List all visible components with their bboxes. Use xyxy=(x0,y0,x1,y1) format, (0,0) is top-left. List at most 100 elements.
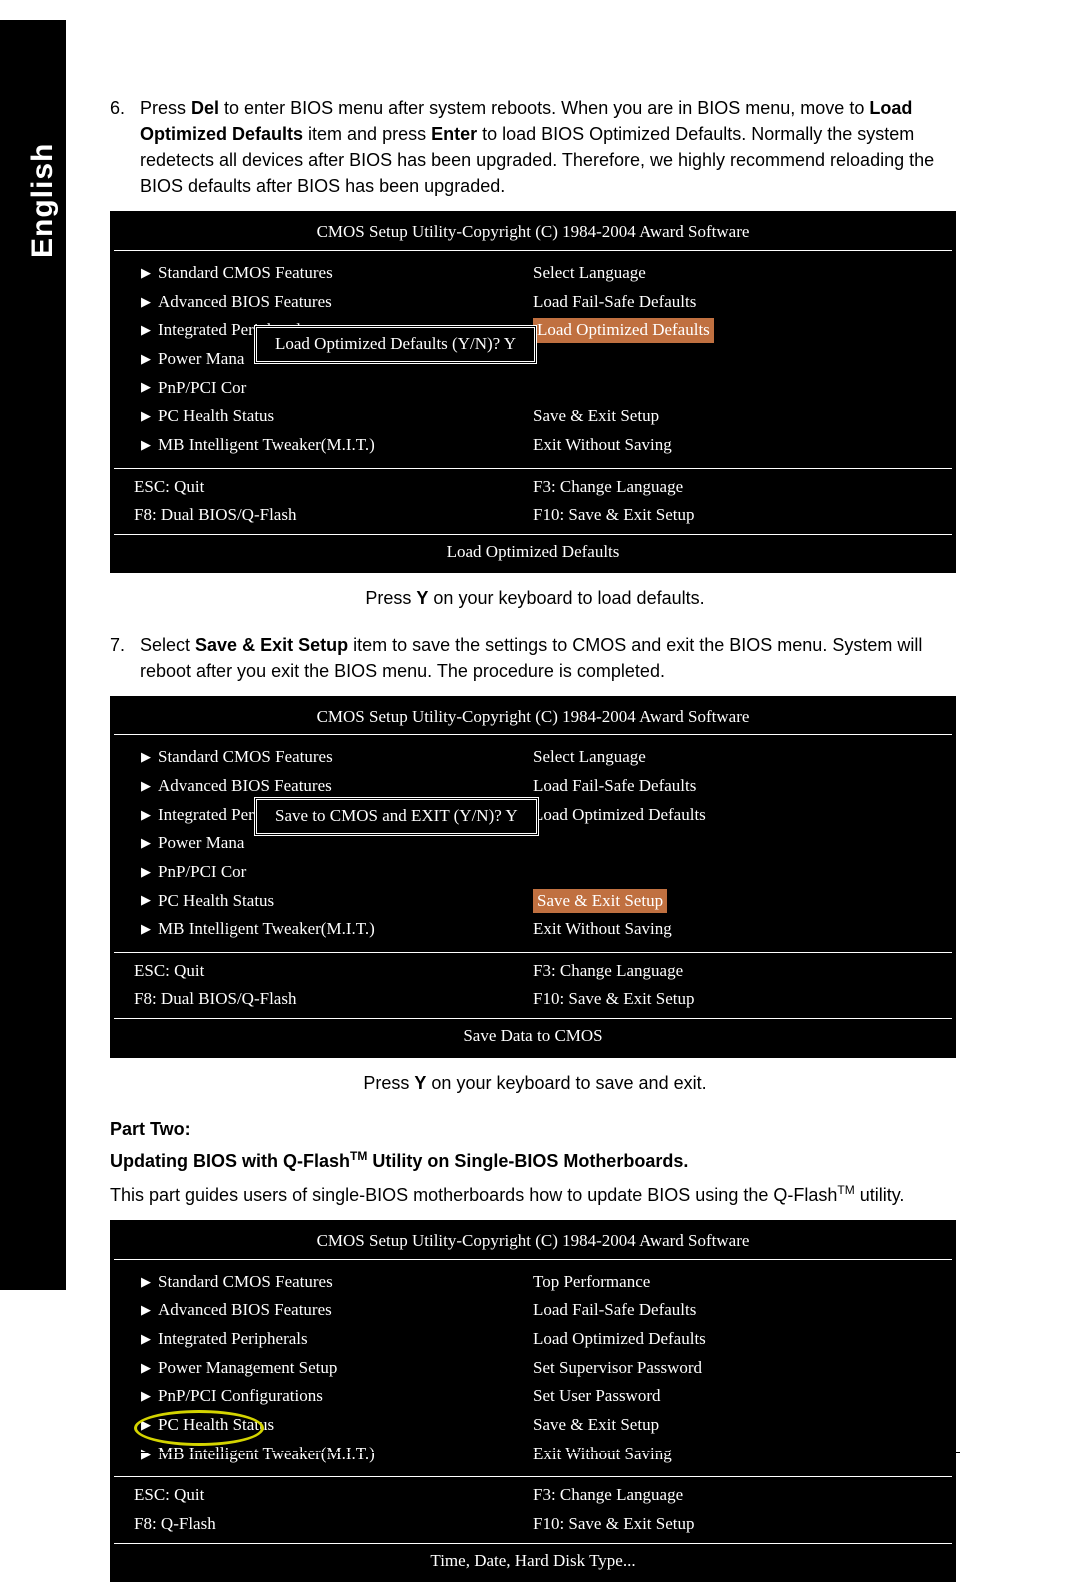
arrow-icon: ▶ xyxy=(134,1273,158,1292)
text: Updating BIOS with Q-Flash xyxy=(110,1151,350,1171)
bios-item: Set Supervisor Password xyxy=(533,1356,702,1381)
caption-2: Press Y on your keyboard to save and exi… xyxy=(110,1070,960,1096)
arrow-icon: ▶ xyxy=(134,1387,158,1406)
footer-page-number: - 60 - xyxy=(535,1459,960,1479)
bios-left-col: ▶Standard CMOS Features ▶Advanced BIOS F… xyxy=(134,1268,533,1468)
language-tab: English xyxy=(20,95,66,305)
bold: Del xyxy=(191,98,219,118)
bios-item: PC Health Status xyxy=(158,889,274,914)
bios-right-col: Top Performance Load Fail-Safe Defaults … xyxy=(533,1268,932,1468)
part-two-heading: Part Two: xyxy=(110,1116,960,1142)
bios-item: Select Language xyxy=(533,745,646,770)
bios-item-highlight: Load Optimized Defaults xyxy=(533,318,714,343)
part-two-subheading: Updating BIOS with Q-FlashTM Utility on … xyxy=(110,1148,960,1174)
tm-mark: TM xyxy=(350,1149,367,1163)
help-esc: ESC: Quit xyxy=(134,957,533,986)
bold: Y xyxy=(414,1073,426,1093)
bios-item: Save & Exit Setup xyxy=(533,1413,659,1438)
bios-item: Power Mana xyxy=(158,347,244,372)
arrow-icon: ▶ xyxy=(134,1416,158,1435)
step-7-text: Select Save & Exit Setup item to save th… xyxy=(140,632,960,684)
bios-help-bar: ESC: Quit F3: Change Language F8: Dual B… xyxy=(114,952,952,1018)
arrow-icon: ▶ xyxy=(134,891,158,910)
bios-item: Exit Without Saving xyxy=(533,433,672,458)
bios-left-col: ▶Standard CMOS Features ▶Advanced BIOS F… xyxy=(134,743,533,943)
page-footer: GA-8I945GZME-RH Motherboard - 60 - xyxy=(110,1452,960,1479)
step-7: 7. Select Save & Exit Setup item to save… xyxy=(110,632,960,684)
text: on your keyboard to save and exit. xyxy=(426,1073,706,1093)
bios-item: Advanced BIOS Features xyxy=(158,774,332,799)
bold: Save & Exit Setup xyxy=(195,635,348,655)
bios-item: Exit Without Saving xyxy=(533,917,672,942)
text: Select xyxy=(140,635,195,655)
help-esc: ESC: Quit xyxy=(134,1481,533,1510)
bios-item: Integrated Peripherals xyxy=(158,1327,308,1352)
step-7-number: 7. xyxy=(110,632,140,684)
text: to enter BIOS menu after system reboots.… xyxy=(219,98,869,118)
caption-1: Press Y on your keyboard to load default… xyxy=(110,585,960,611)
help-f10: F10: Save & Exit Setup xyxy=(533,985,932,1014)
text: Press xyxy=(140,98,191,118)
arrow-icon: ▶ xyxy=(134,264,158,283)
arrow-icon: ▶ xyxy=(134,777,158,796)
arrow-icon: ▶ xyxy=(134,436,158,455)
arrow-icon: ▶ xyxy=(134,1301,158,1320)
help-f8: F8: Dual BIOS/Q-Flash xyxy=(134,985,533,1014)
step-6: 6. Press Del to enter BIOS menu after sy… xyxy=(110,95,960,199)
help-f8: F8: Q-Flash xyxy=(134,1510,533,1539)
step-6-number: 6. xyxy=(110,95,140,199)
text: Press xyxy=(365,588,416,608)
bios-box-1: CMOS Setup Utility-Copyright (C) 1984-20… xyxy=(110,211,956,573)
footer-left: GA-8I945GZME-RH Motherboard xyxy=(110,1459,535,1479)
bios-item: Advanced BIOS Features xyxy=(158,290,332,315)
bios-item: Power Management Setup xyxy=(158,1356,337,1381)
part-two-desc: This part guides users of single-BIOS mo… xyxy=(110,1182,960,1208)
bios-item: Load Fail-Safe Defaults xyxy=(533,1298,696,1323)
bios-item-highlight: Save & Exit Setup xyxy=(533,889,667,914)
bios-item: Save & Exit Setup xyxy=(533,404,659,429)
text: Utility on Single-BIOS Motherboards. xyxy=(367,1151,688,1171)
help-f10: F10: Save & Exit Setup xyxy=(533,1510,932,1539)
main-content: 6. Press Del to enter BIOS menu after sy… xyxy=(110,95,960,1594)
bios-item: MB Intelligent Tweaker(M.I.T.) xyxy=(158,433,375,458)
help-f3: F3: Change Language xyxy=(533,957,932,986)
bios-item: PnP/PCI Configurations xyxy=(158,1384,323,1409)
help-f3: F3: Change Language xyxy=(533,1481,932,1510)
arrow-icon: ▶ xyxy=(134,1359,158,1378)
bios-item: Standard CMOS Features xyxy=(158,1270,333,1295)
bios-footer: Load Optimized Defaults xyxy=(114,534,952,570)
bios-footer: Time, Date, Hard Disk Type... xyxy=(114,1543,952,1579)
bios-right-col: Select Language Load Fail-Safe Defaults … xyxy=(533,743,932,943)
text: utility. xyxy=(855,1185,905,1205)
help-f10: F10: Save & Exit Setup xyxy=(533,501,932,530)
arrow-icon: ▶ xyxy=(134,863,158,882)
bios-item: Load Optimized Defaults xyxy=(533,803,706,828)
bios-item: Load Fail-Safe Defaults xyxy=(533,290,696,315)
bios-item: PC Health Status xyxy=(158,1413,274,1438)
arrow-icon: ▶ xyxy=(134,1330,158,1349)
arrow-icon: ▶ xyxy=(134,407,158,426)
bios-item: PnP/PCI Cor xyxy=(158,376,246,401)
arrow-icon: ▶ xyxy=(134,806,158,825)
bios-box-2: CMOS Setup Utility-Copyright (C) 1984-20… xyxy=(110,696,956,1058)
bios-header: CMOS Setup Utility-Copyright (C) 1984-20… xyxy=(114,215,952,251)
text: item and press xyxy=(303,124,431,144)
bios-item: Power Mana xyxy=(158,831,244,856)
arrow-icon: ▶ xyxy=(134,748,158,767)
arrow-icon: ▶ xyxy=(134,378,158,397)
arrow-icon: ▶ xyxy=(134,321,158,340)
bios-item: MB Intelligent Tweaker(M.I.T.) xyxy=(158,917,375,942)
bios-popup-save-exit: Save to CMOS and EXIT (Y/N)? Y xyxy=(254,797,539,836)
text: Press xyxy=(363,1073,414,1093)
help-f3: F3: Change Language xyxy=(533,473,932,502)
bios-popup-load-defaults: Load Optimized Defaults (Y/N)? Y xyxy=(254,325,537,364)
bold: Enter xyxy=(431,124,477,144)
arrow-icon: ▶ xyxy=(134,293,158,312)
text: This part guides users of single-BIOS mo… xyxy=(110,1185,837,1205)
arrow-icon: ▶ xyxy=(134,834,158,853)
bold: Y xyxy=(416,588,428,608)
bios-box-3: CMOS Setup Utility-Copyright (C) 1984-20… xyxy=(110,1220,956,1582)
bios-header: CMOS Setup Utility-Copyright (C) 1984-20… xyxy=(114,1224,952,1260)
tm-mark: TM xyxy=(837,1183,854,1197)
text: on your keyboard to load defaults. xyxy=(428,588,704,608)
